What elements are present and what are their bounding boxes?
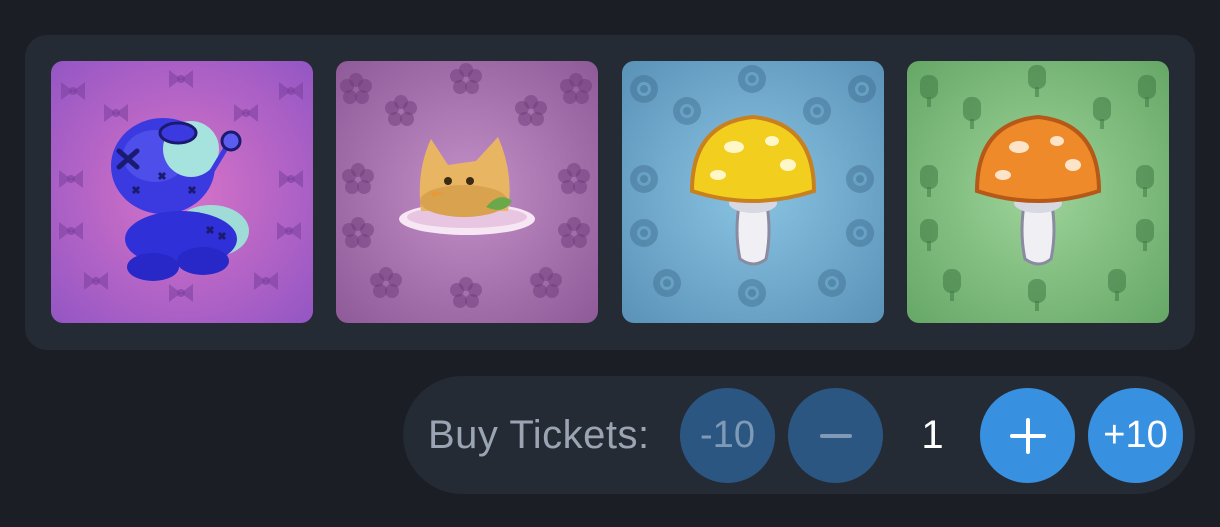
yellow-mushroom-image [622,61,884,323]
minus-ten-button[interactable]: -10 [680,388,775,483]
items-panel [25,35,1195,350]
ticket-quantity: 1 [921,413,944,457]
plus-ten-button[interactable]: +10 [1088,388,1183,483]
minus-icon [819,433,852,438]
item-card-orange-mushroom[interactable] [907,61,1169,323]
plus-ten-label: +10 [1103,414,1168,456]
item-card-voodoo-doll[interactable] [51,61,313,323]
buy-tickets-label: Buy Tickets: [428,413,650,457]
minus-one-button[interactable] [788,388,883,483]
plus-icon [1009,417,1046,454]
item-card-cat-bread[interactable] [336,61,598,323]
minus-ten-label: -10 [700,414,755,456]
cat-bread-image [336,61,598,323]
item-card-yellow-mushroom[interactable] [622,61,884,323]
orange-mushroom-image [907,61,1169,323]
buy-tickets-bar: Buy Tickets: -10 1 +10 [403,376,1195,494]
plus-one-button[interactable] [980,388,1075,483]
voodoo-doll-image [51,61,313,323]
